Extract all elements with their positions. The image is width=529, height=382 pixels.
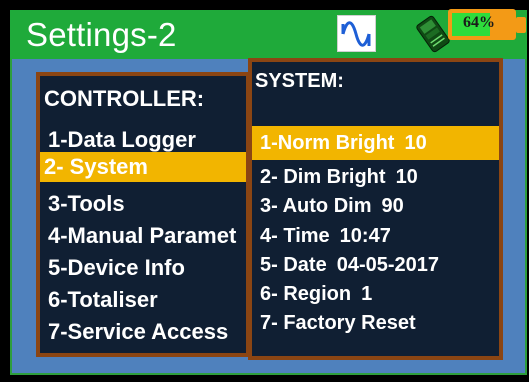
system-item-label: 4- Time: [260, 225, 330, 247]
system-item-norm-bright[interactable]: 1-Norm Bright 10: [252, 126, 499, 160]
controller-item-service-access[interactable]: 7-Service Access: [48, 317, 248, 347]
battery-indicator: 64%: [448, 9, 516, 40]
system-item-label: 2- Dim Bright: [260, 166, 386, 188]
system-item-dim-bright[interactable]: 2- Dim Bright 10: [260, 162, 418, 192]
controller-menu: CONTROLLER: 1-Data Logger 2- System 3-To…: [36, 72, 250, 357]
controller-item-device-info[interactable]: 5-Device Info: [48, 253, 246, 283]
system-heading: SYSTEM:: [255, 70, 344, 92]
controller-item-totaliser[interactable]: 6-Totaliser: [48, 285, 246, 315]
controller-item-data-logger[interactable]: 1-Data Logger: [48, 125, 246, 155]
bluetooth-module-icon: [415, 15, 451, 53]
system-item-factory-reset[interactable]: 7- Factory Reset: [260, 308, 416, 338]
controller-item-tools[interactable]: 3-Tools: [48, 189, 246, 219]
system-item-label: 5- Date: [260, 254, 327, 276]
system-item-value: 10: [404, 132, 427, 154]
controller-item-system[interactable]: 2- System: [40, 152, 246, 182]
system-menu: SYSTEM: 1-Norm Bright 10 2- Dim Bright 10 …: [248, 58, 503, 360]
device-screen: Settings-2 64% CONTROLLER: 1-Data Logger…: [0, 0, 529, 382]
system-item-label: 6- Region: [260, 283, 352, 305]
page-title: Settings-2: [26, 16, 177, 53]
system-item-region[interactable]: 6- Region 1: [260, 279, 372, 309]
system-item-time[interactable]: 4- Time 10:47: [260, 221, 391, 251]
battery-icon: [516, 17, 526, 33]
system-item-date[interactable]: 5- Date 04-05-2017: [260, 250, 439, 280]
system-item-value: 1: [361, 283, 373, 305]
system-item-label: 1-Norm Bright: [260, 132, 395, 154]
system-item-label: 7- Factory Reset: [260, 312, 416, 334]
sine-wave-icon[interactable]: [337, 15, 376, 52]
controller-item-manual-parameters[interactable]: 4-Manual Paramet: [48, 221, 246, 251]
system-item-value: 90: [381, 195, 404, 217]
system-item-value: 10:47: [339, 225, 391, 247]
system-item-value: 10: [395, 166, 418, 188]
controller-heading: CONTROLLER:: [44, 86, 205, 111]
system-item-auto-dim[interactable]: 3- Auto Dim 90: [260, 191, 404, 221]
system-item-value: 04-05-2017: [336, 254, 440, 276]
battery-percent: 64%: [463, 14, 495, 31]
system-item-label: 3- Auto Dim: [260, 195, 372, 217]
